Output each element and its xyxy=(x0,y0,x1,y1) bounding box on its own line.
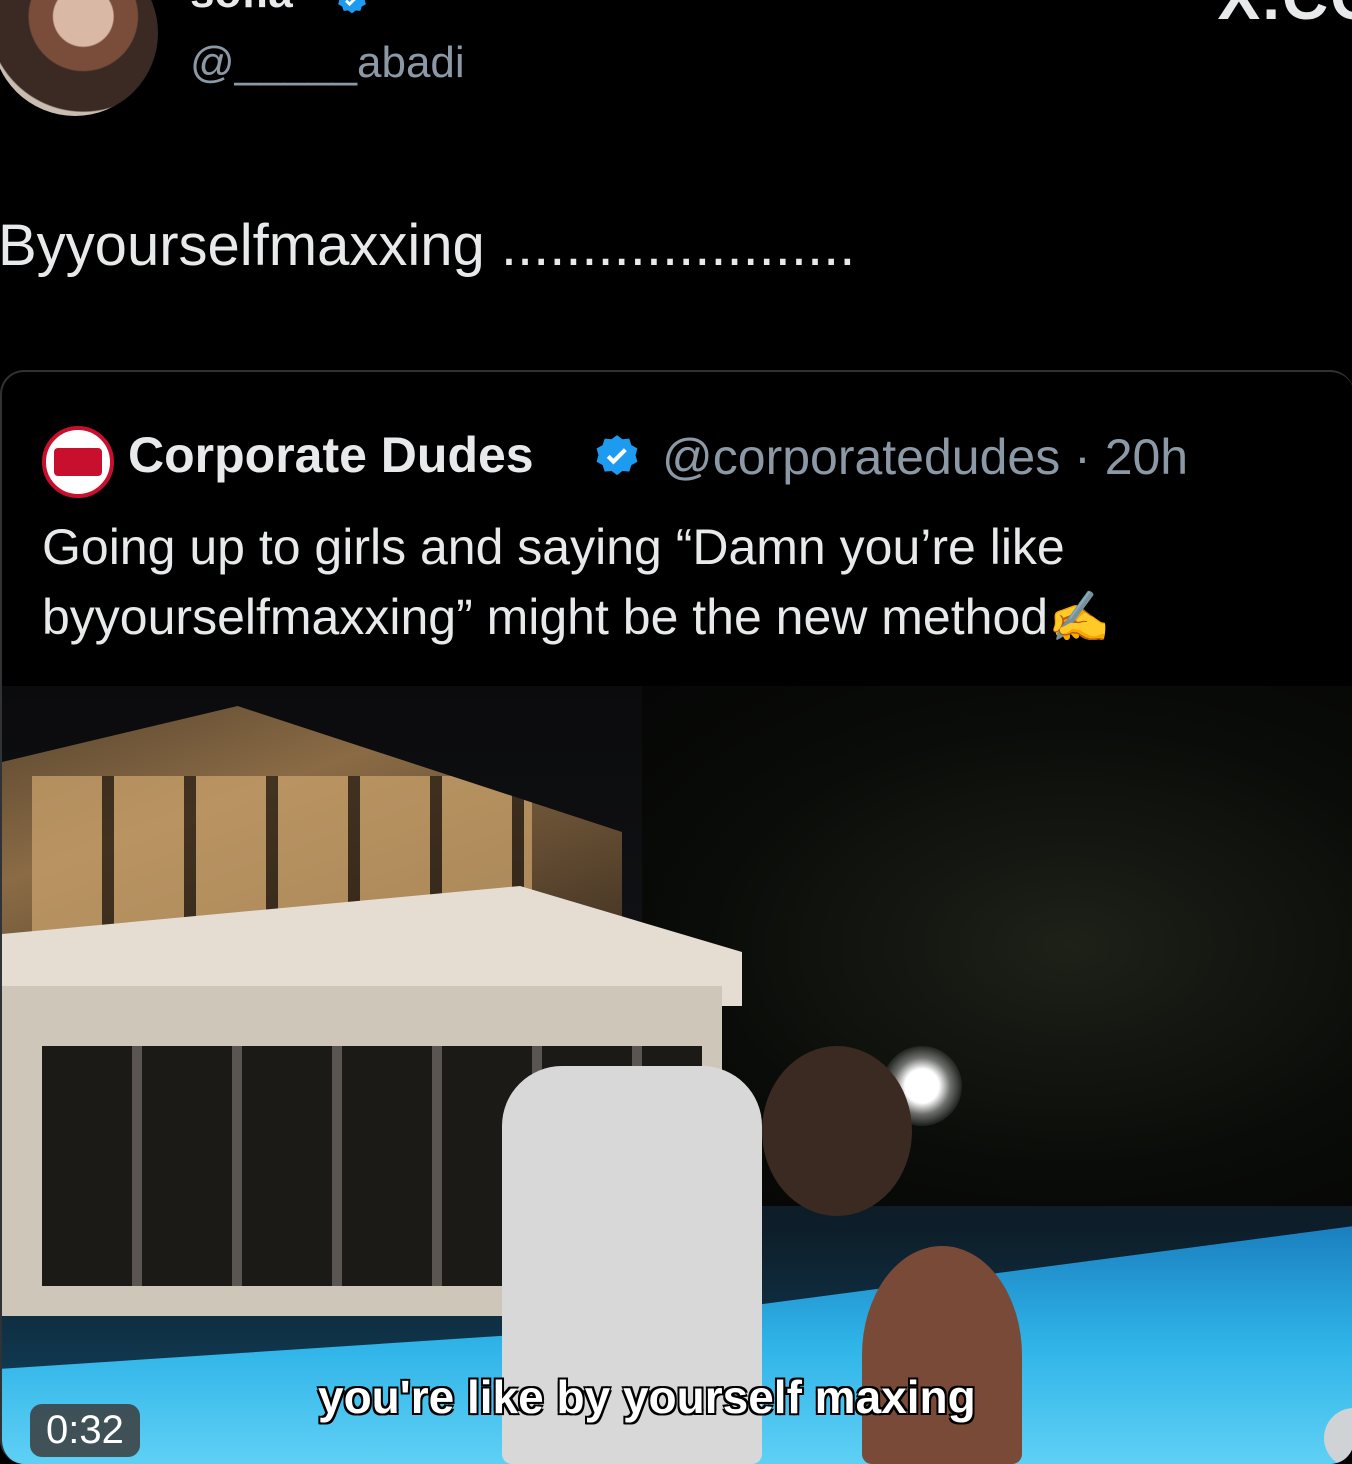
person-head xyxy=(762,1046,912,1216)
writing-hand-icon: ✍️ xyxy=(1048,589,1111,645)
author-handle[interactable]: @_____abadi xyxy=(190,38,465,88)
video-subtitle: you're like by yourself maxing xyxy=(318,1371,976,1423)
quoted-tweet-card[interactable]: Corporate Dudes @corporatedudes · 20h Go… xyxy=(0,370,1352,1464)
separator-dot: · xyxy=(1074,429,1091,485)
verified-badge-icon xyxy=(596,435,638,476)
quoted-tweet-text-block: Going up to girls and saying “Damn you’r… xyxy=(42,512,1322,652)
quoted-handle[interactable]: @corporatedudes xyxy=(662,429,1060,485)
brand-watermark: X.CO xyxy=(1218,0,1352,34)
video-player[interactable]: you're like by yourself maxing 0:32 xyxy=(2,686,1352,1464)
author-display-name[interactable]: sofia xyxy=(190,0,293,18)
tweet-text: Byyourselfmaxxing ...................... xyxy=(0,213,856,278)
quoted-author-avatar[interactable] xyxy=(42,426,114,498)
quoted-handle-line: @corporatedudes · 20h xyxy=(662,428,1188,486)
quoted-timestamp[interactable]: 20h xyxy=(1105,429,1188,485)
corporate-dudes-logo-icon xyxy=(54,448,102,476)
quoted-tweet-text: Going up to girls and saying “Damn you’r… xyxy=(42,519,1065,645)
person-foreground xyxy=(862,1246,1022,1464)
author-avatar[interactable] xyxy=(0,0,158,116)
video-duration-badge: 0:32 xyxy=(30,1404,140,1457)
quoted-author-name[interactable]: Corporate Dudes xyxy=(128,426,534,484)
verified-badge-icon xyxy=(338,0,366,14)
